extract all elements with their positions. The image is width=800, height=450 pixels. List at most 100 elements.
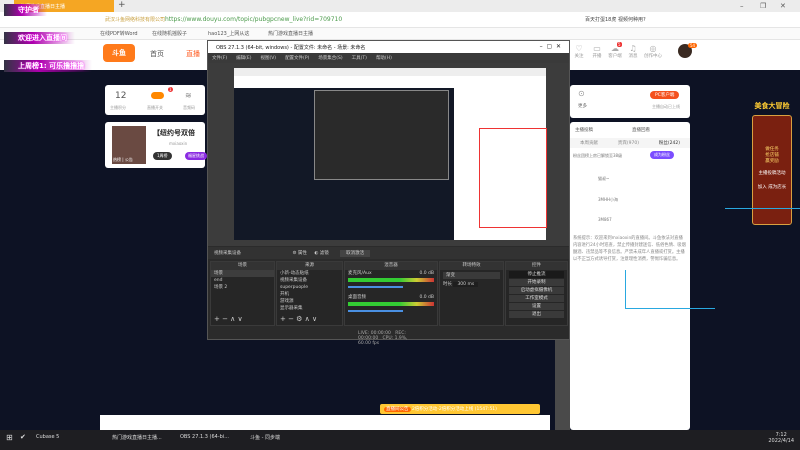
more-icon[interactable]: ⊙ — [578, 89, 585, 98]
url-input[interactable]: https://www.douyu.com/topic/pubgpcnew_li… — [165, 16, 342, 23]
bookmark-item[interactable]: 在线随机摇骰子 — [152, 30, 187, 37]
bulb-icon: ◎ — [649, 44, 657, 53]
source-item[interactable]: 开机 — [277, 291, 342, 298]
blue-line — [625, 270, 626, 308]
volume-slider[interactable] — [348, 286, 403, 288]
bookmark-item[interactable]: 热门游戏直播日主播 — [268, 30, 313, 37]
fan-user[interactable]: 3MHH小海 — [598, 197, 618, 203]
obs-window: OBS 27.1.3 (64-bit, windows) - 配置文件: 未命名… — [207, 40, 570, 346]
toggle-badge: 1 — [168, 87, 173, 92]
nav-label: 开播 — [592, 54, 602, 59]
scene-item[interactable]: 场景 — [211, 270, 274, 277]
stream-title: 【纽约号双倍 — [153, 129, 195, 137]
browser-search-box[interactable]: 百天打蛋18虎 视频何种用? — [585, 16, 646, 23]
maximize-icon[interactable]: ❐ — [760, 2, 766, 10]
audio-meter — [348, 302, 434, 306]
transitions-dock: 转场特效 渐变 时长 300 ms — [439, 261, 504, 326]
nav-home[interactable]: 首页 — [150, 49, 164, 59]
source-item[interactable]: superpuople — [277, 284, 342, 291]
source-item[interactable]: 视频采集设备 — [277, 277, 342, 284]
client-card: ⊙ 更多 PC客户端 主播自动已上线 — [570, 85, 690, 118]
menu-help[interactable]: 帮助(H) — [376, 56, 392, 61]
taskbar-item[interactable]: 热门游戏直播日主播... — [112, 434, 162, 441]
start-recording-button[interactable]: 开始录制 — [509, 279, 564, 286]
menu-tools[interactable]: 工具(T) — [352, 56, 367, 61]
source-controls[interactable]: + − ⚙ ∧ ∨ — [277, 316, 320, 323]
close-icon[interactable]: ✕ — [780, 2, 786, 10]
mixer-dock: 混音器 麦克风/Aux 0.0 dB 桌面音频 0.0 dB — [344, 261, 438, 326]
new-tab-button[interactable]: + — [118, 0, 126, 10]
start-button[interactable]: ⊞ — [6, 433, 13, 442]
scene-item[interactable]: end — [211, 277, 274, 284]
game-join[interactable]: 加入 成为店长 — [753, 184, 791, 190]
duration-row: 时长 300 ms — [440, 281, 503, 288]
stop-streaming-button[interactable]: 停止推流 — [509, 271, 564, 278]
streamer-tags: 热榜 | 公告 — [113, 157, 133, 162]
steam-icon[interactable]: ✔ — [20, 433, 26, 441]
mixer-channel-name: 麦克风/Aux 0.0 dB — [348, 271, 434, 276]
obs-title-bar: OBS 27.1.3 (64-bit, windows) - 配置文件: 未命名… — [208, 41, 569, 53]
taskbar-item[interactable]: Cubase 5 — [36, 434, 59, 440]
source-item[interactable]: 显示器采集 — [277, 305, 342, 312]
audio-wave-icon[interactable]: ≋ — [185, 91, 192, 100]
taskbar-item[interactable]: OBS 27.1.3 (64-bi... — [180, 434, 229, 440]
source-name: 视频采集设备 — [214, 251, 241, 256]
settings-button[interactable]: 设置 — [509, 303, 564, 310]
streamer-name[interactable]: mxiaoxin — [169, 141, 187, 146]
messages-nav[interactable]: ♫ 消息 — [622, 44, 644, 59]
overlay-banner: 上周榜1: 可乐撸撸撸 — [4, 60, 93, 72]
menu-view[interactable]: 视图(V) — [260, 56, 276, 61]
transition-select[interactable]: 渐变 — [443, 272, 500, 279]
nav-label: 客户端 — [608, 54, 622, 59]
tab-weekly[interactable]: 本周贡献 — [580, 140, 598, 146]
duration-input[interactable]: 300 ms — [453, 282, 479, 287]
nav-label: 创作中心 — [644, 54, 662, 59]
live-toggle[interactable] — [151, 92, 164, 99]
weekly-rank-button[interactable]: 1周榜 — [153, 152, 172, 160]
join-fan-button[interactable]: 成为粉丝 — [650, 151, 674, 159]
studio-mode-button[interactable]: 工作室模式 — [509, 295, 564, 302]
scene-item[interactable]: 场景 2 — [211, 284, 274, 291]
source-bounding-box[interactable] — [479, 128, 547, 228]
creator-nav[interactable]: ◎ 创作中心 — [642, 44, 664, 59]
menu-file[interactable]: 文件(F) — [212, 56, 227, 61]
notice-bar[interactable]: 直播间公告 2倍积分活动-2倍积分活动上线 (1547:51) — [380, 404, 540, 414]
nav-live[interactable]: 直播 — [186, 49, 200, 59]
bookmark-item[interactable]: hao123_上网从这 — [208, 30, 249, 37]
dock-title: 控件 — [506, 262, 567, 270]
deactivate-button[interactable]: 取消激活 — [340, 250, 371, 257]
fan-hint: 粉丝团榜上房已解锁至38级 — [573, 153, 623, 158]
douyu-logo[interactable]: 斗鱼 — [103, 44, 135, 62]
fan-user[interactable]: 猫叔~ — [598, 176, 609, 182]
source-item[interactable]: 游戏源 — [277, 298, 342, 305]
taskbar-clock[interactable]: 7:12 2022/4/14 — [768, 432, 794, 444]
challenge-button[interactable]: 福星挑战 — [185, 152, 207, 160]
dock-title: 转场特效 — [440, 262, 503, 270]
menu-edit[interactable]: 编辑(E) — [236, 56, 251, 61]
obs-window-controls[interactable]: – ▢ ✕ — [540, 43, 561, 50]
scene-controls[interactable]: + − ∧ ∨ — [211, 316, 246, 323]
minimize-icon[interactable]: – — [740, 2, 744, 10]
filters-button[interactable]: ◐ 滤镜 — [314, 251, 328, 256]
obs-preview[interactable] — [208, 63, 569, 246]
more-label: 更多 — [578, 104, 587, 109]
fan-user[interactable]: 3M867 — [598, 217, 612, 222]
toggle-label: 直播开关 — [147, 105, 163, 110]
volume-slider[interactable] — [348, 310, 403, 312]
pc-client-button[interactable]: PC客户端 — [650, 91, 680, 99]
tab-fans[interactable]: 粉丝(242) — [659, 140, 680, 146]
taskbar-item[interactable]: 斗鱼 - 同步端 — [250, 434, 280, 441]
tab-vip[interactable]: 贵宾(970) — [618, 140, 639, 146]
virtual-camera-button[interactable]: 启动虚拟摄像机 — [509, 287, 564, 294]
replay-link[interactable]: 直播回看 — [632, 127, 650, 133]
rank-link[interactable]: 主播投稿 — [575, 127, 593, 133]
exit-button[interactable]: 退出 — [509, 311, 564, 318]
source-item[interactable]: 小新-动态贴纸 — [277, 270, 342, 277]
menu-profile[interactable]: 配置文件(P) — [285, 56, 309, 61]
rank-tabs: 本周贡献 贵宾(970) 粉丝(242) — [570, 138, 690, 148]
blue-line — [625, 308, 715, 309]
properties-button[interactable]: ⚙ 属性 — [292, 251, 306, 256]
sources-dock: 来源 小新-动态贴纸 视频采集设备 superpuople 开机 游戏源 显示器… — [276, 261, 343, 326]
bookmark-item[interactable]: 在线PDF转Word — [100, 30, 138, 37]
menu-scene-collection[interactable]: 场景集合(S) — [318, 56, 342, 61]
